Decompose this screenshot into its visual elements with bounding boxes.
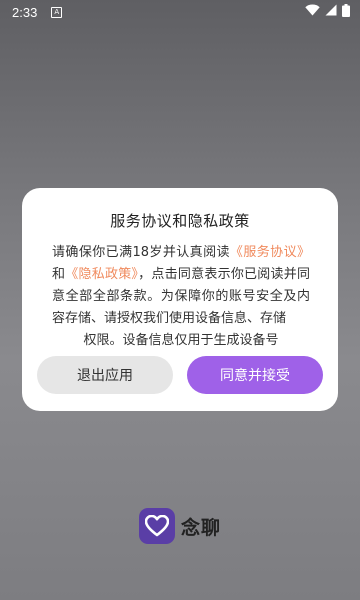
- status-bar: 2:33 A: [0, 0, 360, 24]
- status-time: 2:33: [12, 4, 38, 20]
- consent-dialog: 服务协议和隐私政策 请确保你已满18岁并认真阅读《服务协议》和《隐私政策》，点击…: [22, 188, 338, 411]
- body-and: 和: [52, 267, 66, 282]
- wifi-icon: [305, 4, 320, 20]
- signal-icon: [325, 4, 337, 20]
- status-indicators: [305, 3, 350, 21]
- app-name: 念聊: [180, 516, 221, 539]
- service-agreement-link[interactable]: 《服务协议》: [230, 245, 310, 260]
- privacy-policy-link[interactable]: 《隐私政策》: [65, 267, 138, 282]
- agree-accept-button[interactable]: 同意并接受: [187, 356, 323, 394]
- body-last-line: 权限。设备信息仅用于生成设备号: [83, 333, 279, 348]
- exit-app-button[interactable]: 退出应用: [37, 356, 173, 394]
- battery-icon: [342, 3, 350, 21]
- dialog-body: 请确保你已满18岁并认真阅读《服务协议》和《隐私政策》，点击同意表示你已阅读并同…: [52, 242, 310, 352]
- body-prefix: 请确保你已满18岁并认真阅读: [52, 245, 230, 260]
- notification-icon: A: [51, 6, 63, 18]
- brand: 念聊: [0, 508, 360, 544]
- app-logo-heart-icon: [138, 508, 175, 544]
- dialog-title: 服务协议和隐私政策: [110, 212, 250, 230]
